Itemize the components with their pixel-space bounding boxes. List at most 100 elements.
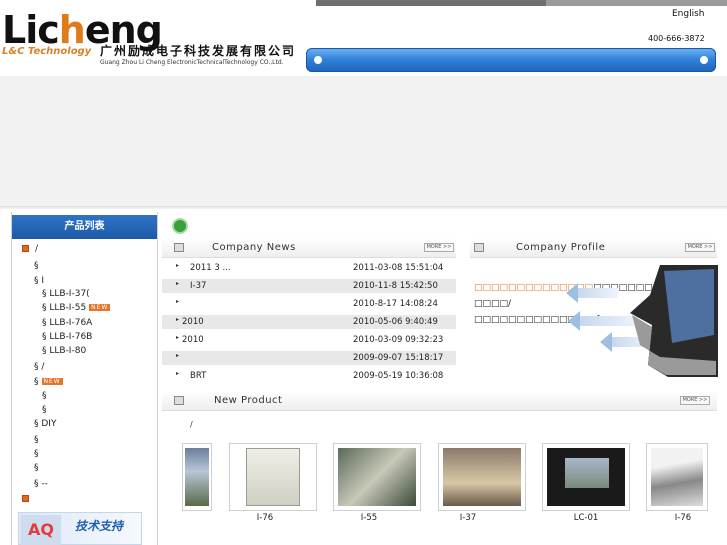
profile-section-icon	[474, 243, 484, 252]
product-thumb-2[interactable]	[229, 443, 317, 511]
product-label[interactable]: I-76	[229, 513, 301, 523]
triangle-bullet-icon: ▸	[176, 262, 180, 269]
sidebar-item-label: §	[42, 405, 47, 415]
product-label[interactable]: LC-01	[550, 513, 622, 523]
tech-support-banner[interactable]: AQ 技术支持	[18, 512, 142, 545]
profile-title: Company Profile	[516, 242, 606, 253]
nav-bar[interactable]	[306, 48, 716, 72]
new-badge: NEW	[89, 304, 111, 311]
logo-subtitle: L&C Technology	[2, 46, 92, 57]
product-title: New Product	[214, 395, 283, 406]
sidebar-item-label: §	[34, 463, 39, 473]
product-category: /	[190, 420, 193, 429]
news-row[interactable]: ▸ 2011 3 ... 2011-03-08 15:51:04	[162, 261, 456, 276]
news-row[interactable]: ▸ I-37 2010-11-8 15:42:50	[162, 279, 456, 294]
sidebar-item-label: §	[34, 435, 39, 445]
news-row[interactable]: ▸ 2010 2010-03-09 09:32:23	[162, 333, 456, 348]
sidebar-item-label: § LLB-I-55	[42, 303, 87, 313]
sidebar-item-label: § LLB-I-76B	[42, 332, 93, 342]
logo-company-name-en: Guang Zhou Li Cheng ElectronicTechnicalT…	[100, 59, 284, 66]
triangle-bullet-icon: ▸	[176, 334, 180, 341]
sidebar-item[interactable]: § NEW	[34, 377, 63, 387]
news-row[interactable]: ▸ 2009-09-07 15:18:17	[162, 351, 456, 366]
news-date: 2010-05-06 9:40:49	[353, 317, 438, 327]
product-thumb-4[interactable]	[438, 443, 526, 511]
sidebar-item-label: §	[34, 377, 39, 387]
sidebar-item-label: § LLB-I-37(	[42, 289, 90, 299]
sidebar-item[interactable]: § --	[34, 479, 48, 489]
news-date: 2010-11-8 15:42:50	[353, 281, 438, 291]
sidebar-item-label: § --	[34, 479, 48, 489]
sidebar-item[interactable]: §	[42, 405, 47, 415]
news-date: 2009-05-19 10:36:08	[353, 371, 444, 381]
nav-bar-left-dot	[314, 56, 322, 64]
news-row[interactable]: ▸ 2010 2010-05-06 9:40:49	[162, 315, 456, 330]
news-row[interactable]: ▸ 2010-8-17 14:08:24	[162, 297, 456, 312]
product-section-icon	[174, 396, 184, 405]
laptop-image	[630, 265, 718, 377]
news-title-text[interactable]: BRT	[190, 371, 206, 381]
news-date: 2011-03-08 15:51:04	[353, 263, 444, 273]
sidebar-item-label: §	[34, 449, 39, 459]
sidebar-item[interactable]: § LLB-I-37(	[42, 289, 90, 299]
news-date: 2010-8-17 14:08:24	[353, 299, 438, 309]
phone-number: 400-666-3872	[648, 34, 705, 43]
sidebar-item[interactable]: § LLB-I-55 NEW	[42, 303, 111, 313]
sidebar-item[interactable]: § LLB-I-76B	[42, 332, 92, 342]
support-label: 技术支持	[75, 519, 124, 533]
sidebar-item-label: /	[35, 244, 39, 254]
refresh-icon[interactable]	[172, 218, 188, 234]
product-thumb-6[interactable]	[646, 443, 708, 511]
sidebar-item[interactable]	[22, 494, 35, 504]
arrow-decoration	[566, 283, 618, 303]
news-row[interactable]: ▸ BRT 2009-05-19 10:36:08	[162, 369, 456, 384]
profile-more-button[interactable]: MORE >>	[685, 243, 715, 252]
sidebar-item[interactable]: §	[34, 463, 39, 473]
triangle-bullet-icon: ▸	[176, 298, 180, 305]
product-thumb-3[interactable]	[333, 443, 421, 511]
banner-divider	[0, 206, 727, 209]
sidebar-item-label: § DIY	[34, 419, 57, 429]
product-label[interactable]: I-76	[654, 513, 712, 523]
triangle-bullet-icon: ▸	[176, 370, 180, 377]
product-thumb-1[interactable]	[182, 443, 212, 511]
banner-area	[0, 76, 727, 206]
sidebar-item-label: §	[42, 391, 47, 401]
product-label[interactable]: I-37	[432, 513, 504, 523]
nav-bar-right-dot	[700, 56, 708, 64]
orange-bullet-icon	[22, 495, 29, 502]
sidebar-item-label: § I	[34, 276, 45, 286]
triangle-bullet-icon: ▸	[176, 352, 180, 359]
top-strip	[316, 0, 727, 6]
sidebar-item[interactable]: § /	[34, 362, 44, 372]
sidebar-item[interactable]: §	[34, 261, 39, 271]
news-date: 2009-09-07 15:18:17	[353, 353, 444, 363]
news-title-text[interactable]: 2010	[182, 335, 204, 345]
sidebar-item[interactable]: § I	[34, 276, 44, 286]
profile-header: Company Profile MORE >>	[470, 238, 717, 258]
triangle-bullet-icon: ▸	[176, 316, 180, 323]
triangle-bullet-icon: ▸	[176, 280, 180, 287]
sidebar-item[interactable]: § LLB-I-80	[42, 346, 86, 356]
sidebar-item[interactable]: § DIY	[34, 419, 56, 429]
support-tile-icon: AQ	[21, 515, 61, 545]
news-date: 2010-03-09 09:32:23	[353, 335, 444, 345]
news-title-text[interactable]: 2011 3 ...	[190, 263, 231, 273]
product-more-button[interactable]: MORE >>	[680, 396, 710, 405]
product-thumb-5[interactable]	[542, 443, 630, 511]
company-logo[interactable]: Licheng L&C Technology 广州励成电子科技发展有限公司 Gu…	[0, 6, 298, 72]
sidebar-item-label: § LLB-I-76A	[42, 318, 93, 328]
english-link[interactable]: English	[672, 9, 705, 19]
sidebar-title: 产品列表	[12, 215, 157, 239]
orange-bullet-icon	[22, 245, 29, 252]
sidebar-item[interactable]: §	[42, 391, 47, 401]
news-title-text[interactable]: 2010	[182, 317, 204, 327]
product-header: New Product MORE >>	[162, 391, 717, 411]
sidebar-item[interactable]: §	[34, 449, 39, 459]
product-label[interactable]: I-55	[333, 513, 405, 523]
news-title-text[interactable]: I-37	[190, 281, 206, 291]
sidebar-item[interactable]: §	[34, 435, 39, 445]
sidebar-item[interactable]: /	[22, 244, 38, 254]
news-more-button[interactable]: MORE >>	[424, 243, 454, 252]
sidebar-item[interactable]: § LLB-I-76A	[42, 318, 92, 328]
